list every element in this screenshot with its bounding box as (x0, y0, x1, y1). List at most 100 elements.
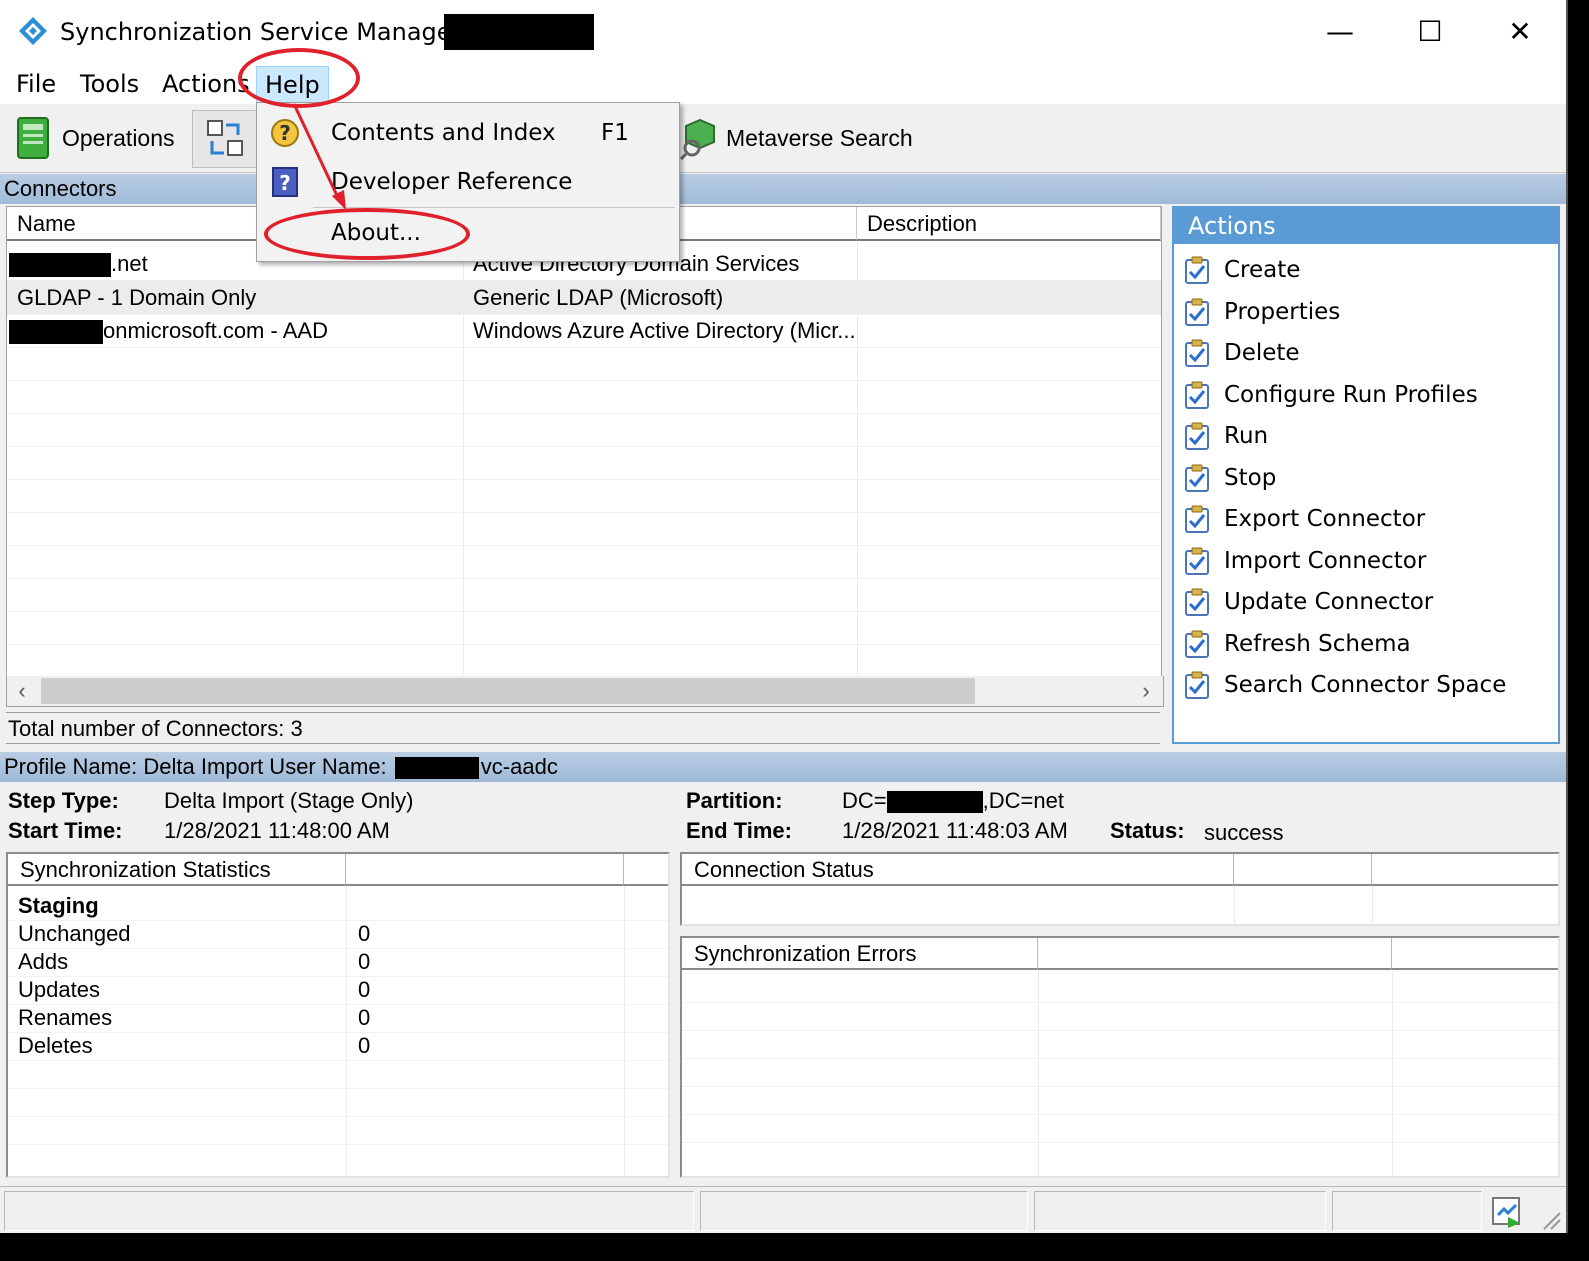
operations-label: Operations (62, 124, 175, 151)
action-label: Refresh Schema (1224, 630, 1411, 657)
action-clipboard-icon (1185, 630, 1209, 658)
sync-stats-value-header[interactable] (346, 854, 624, 886)
menu-tools[interactable]: Tools (72, 66, 147, 102)
empty-row (682, 1086, 1558, 1115)
action-update-connector[interactable]: Update Connector (1184, 584, 1433, 620)
empty-row (682, 1030, 1558, 1059)
operations-icon (17, 117, 49, 159)
action-stop[interactable]: Stop (1184, 460, 1276, 496)
resize-grip-icon[interactable] (1540, 1209, 1562, 1231)
menu-bar: File Tools Actions Help (0, 62, 1566, 105)
metaverse-search-button[interactable]: Metaverse Search (680, 110, 913, 166)
status-segment (1332, 1191, 1482, 1231)
app-window: Synchronization Service Manager on — ☐ ✕… (0, 0, 1568, 1233)
end-time-value: 1/28/2021 11:48:03 AM (842, 818, 1068, 843)
connectors-section-bar: Connectors (0, 174, 1566, 204)
status-segment (1034, 1191, 1326, 1231)
close-button[interactable]: ✕ (1490, 10, 1550, 54)
redacted-user (394, 757, 479, 780)
action-clipboard-icon (1185, 505, 1209, 533)
empty-row (682, 1002, 1558, 1031)
sync-service-icon (19, 17, 47, 45)
action-clipboard-icon (1185, 256, 1209, 284)
connectors-button[interactable] (192, 110, 258, 168)
action-label: Run (1224, 423, 1269, 449)
sync-errors-col2[interactable] (1038, 938, 1392, 970)
sync-errors-grid: Synchronization Errors (680, 936, 1560, 1178)
empty-row (7, 380, 1161, 414)
connection-status-header[interactable]: Connection Status (682, 854, 1234, 886)
step-type-value: Delta Import (Stage Only) (164, 788, 414, 813)
scroll-left-icon[interactable]: ‹ (7, 676, 37, 706)
action-configure-run-profiles[interactable]: Configure Run Profiles (1184, 377, 1478, 413)
connection-status-col3[interactable] (1372, 854, 1558, 886)
menu-file[interactable]: File (8, 66, 64, 102)
action-clipboard-icon (1185, 422, 1209, 450)
partition-label: Partition: (686, 788, 783, 813)
action-delete[interactable]: Delete (1184, 335, 1300, 371)
empty-row (7, 578, 1161, 612)
action-create[interactable]: Create (1184, 252, 1300, 288)
action-run[interactable]: Run (1184, 418, 1268, 454)
contents-shortcut: F1 (601, 120, 629, 146)
sync-stats-extra-header[interactable] (624, 854, 668, 886)
connection-status-col2[interactable] (1234, 854, 1372, 886)
scroll-right-icon[interactable]: › (1131, 676, 1161, 706)
title-bar: Synchronization Service Manager on — ☐ ✕ (0, 0, 1566, 62)
grid-divider (1372, 886, 1373, 924)
empty-row (682, 1058, 1558, 1087)
action-properties[interactable]: Properties (1184, 294, 1340, 330)
developer-reference-label: Developer Reference (331, 169, 573, 195)
empty-row (8, 1060, 668, 1089)
action-export-connector[interactable]: Export Connector (1184, 501, 1425, 537)
stats-row-value: 0 (358, 1005, 371, 1030)
empty-row (8, 1116, 668, 1145)
actions-header: Actions (1174, 208, 1558, 244)
connector-name: .net (111, 251, 148, 276)
action-label: Delete (1224, 340, 1300, 366)
stats-row-value: 0 (358, 1033, 371, 1058)
connectors-list: Name Type Description .net Active Direct… (6, 206, 1162, 678)
connector-count: Total number of Connectors: 3 (6, 712, 1160, 744)
action-label: Export Connector (1224, 506, 1426, 532)
empty-row (8, 1088, 668, 1117)
empty-row (7, 446, 1161, 480)
horizontal-scrollbar[interactable]: ‹ › (6, 676, 1164, 707)
empty-row (7, 479, 1161, 513)
sync-errors-header[interactable]: Synchronization Errors (682, 938, 1038, 970)
action-import-connector[interactable]: Import Connector (1184, 543, 1426, 579)
stats-row: Renames 0 (8, 1004, 668, 1033)
connector-row[interactable]: GLDAP - 1 Domain Only Generic LDAP (Micr… (7, 281, 1161, 315)
column-header-description[interactable]: Description (857, 207, 1161, 241)
profile-bar-prefix: Profile Name: Delta Import User Name: (4, 754, 387, 779)
status-value: success (1204, 820, 1284, 845)
action-search-connector-space[interactable]: Search Connector Space (1184, 667, 1506, 703)
sync-statistics-grid: Synchronization Statistics Staging Uncha… (6, 852, 670, 1178)
grid-divider (1234, 886, 1235, 924)
action-clipboard-icon (1185, 381, 1209, 409)
run-details: Step Type: Delta Import (Stage Only) Sta… (0, 782, 1566, 852)
operations-button[interactable]: Operations (14, 110, 175, 166)
maximize-button[interactable]: ☐ (1400, 10, 1460, 54)
profile-section-bar: Profile Name: Delta Import User Name: vc… (0, 752, 1566, 782)
action-clipboard-icon (1185, 671, 1209, 699)
empty-row (682, 1114, 1558, 1143)
start-time-value: 1/28/2021 11:48:00 AM (164, 818, 390, 843)
status-segment (700, 1191, 1028, 1231)
empty-row (7, 512, 1161, 546)
action-refresh-schema[interactable]: Refresh Schema (1184, 626, 1411, 662)
stats-row-label: Updates (18, 977, 100, 1002)
connector-type: Generic LDAP (Microsoft) (473, 285, 724, 310)
actions-panel: Actions Create Properties Delete Configure … (1172, 206, 1560, 744)
sync-errors-col3[interactable] (1392, 938, 1558, 970)
stats-row: Updates 0 (8, 976, 668, 1005)
minimize-button[interactable]: — (1310, 10, 1370, 54)
empty-row (7, 413, 1161, 447)
scrollbar-thumb[interactable] (41, 678, 975, 704)
status-label: Status: (1110, 818, 1185, 843)
action-clipboard-icon (1185, 588, 1209, 616)
sync-stats-header[interactable]: Synchronization Statistics (8, 854, 346, 886)
connector-row[interactable]: onmicrosoft.com - AAD Windows Azure Acti… (7, 314, 1161, 348)
action-clipboard-icon (1185, 298, 1209, 326)
action-label: Update Connector (1224, 589, 1434, 615)
